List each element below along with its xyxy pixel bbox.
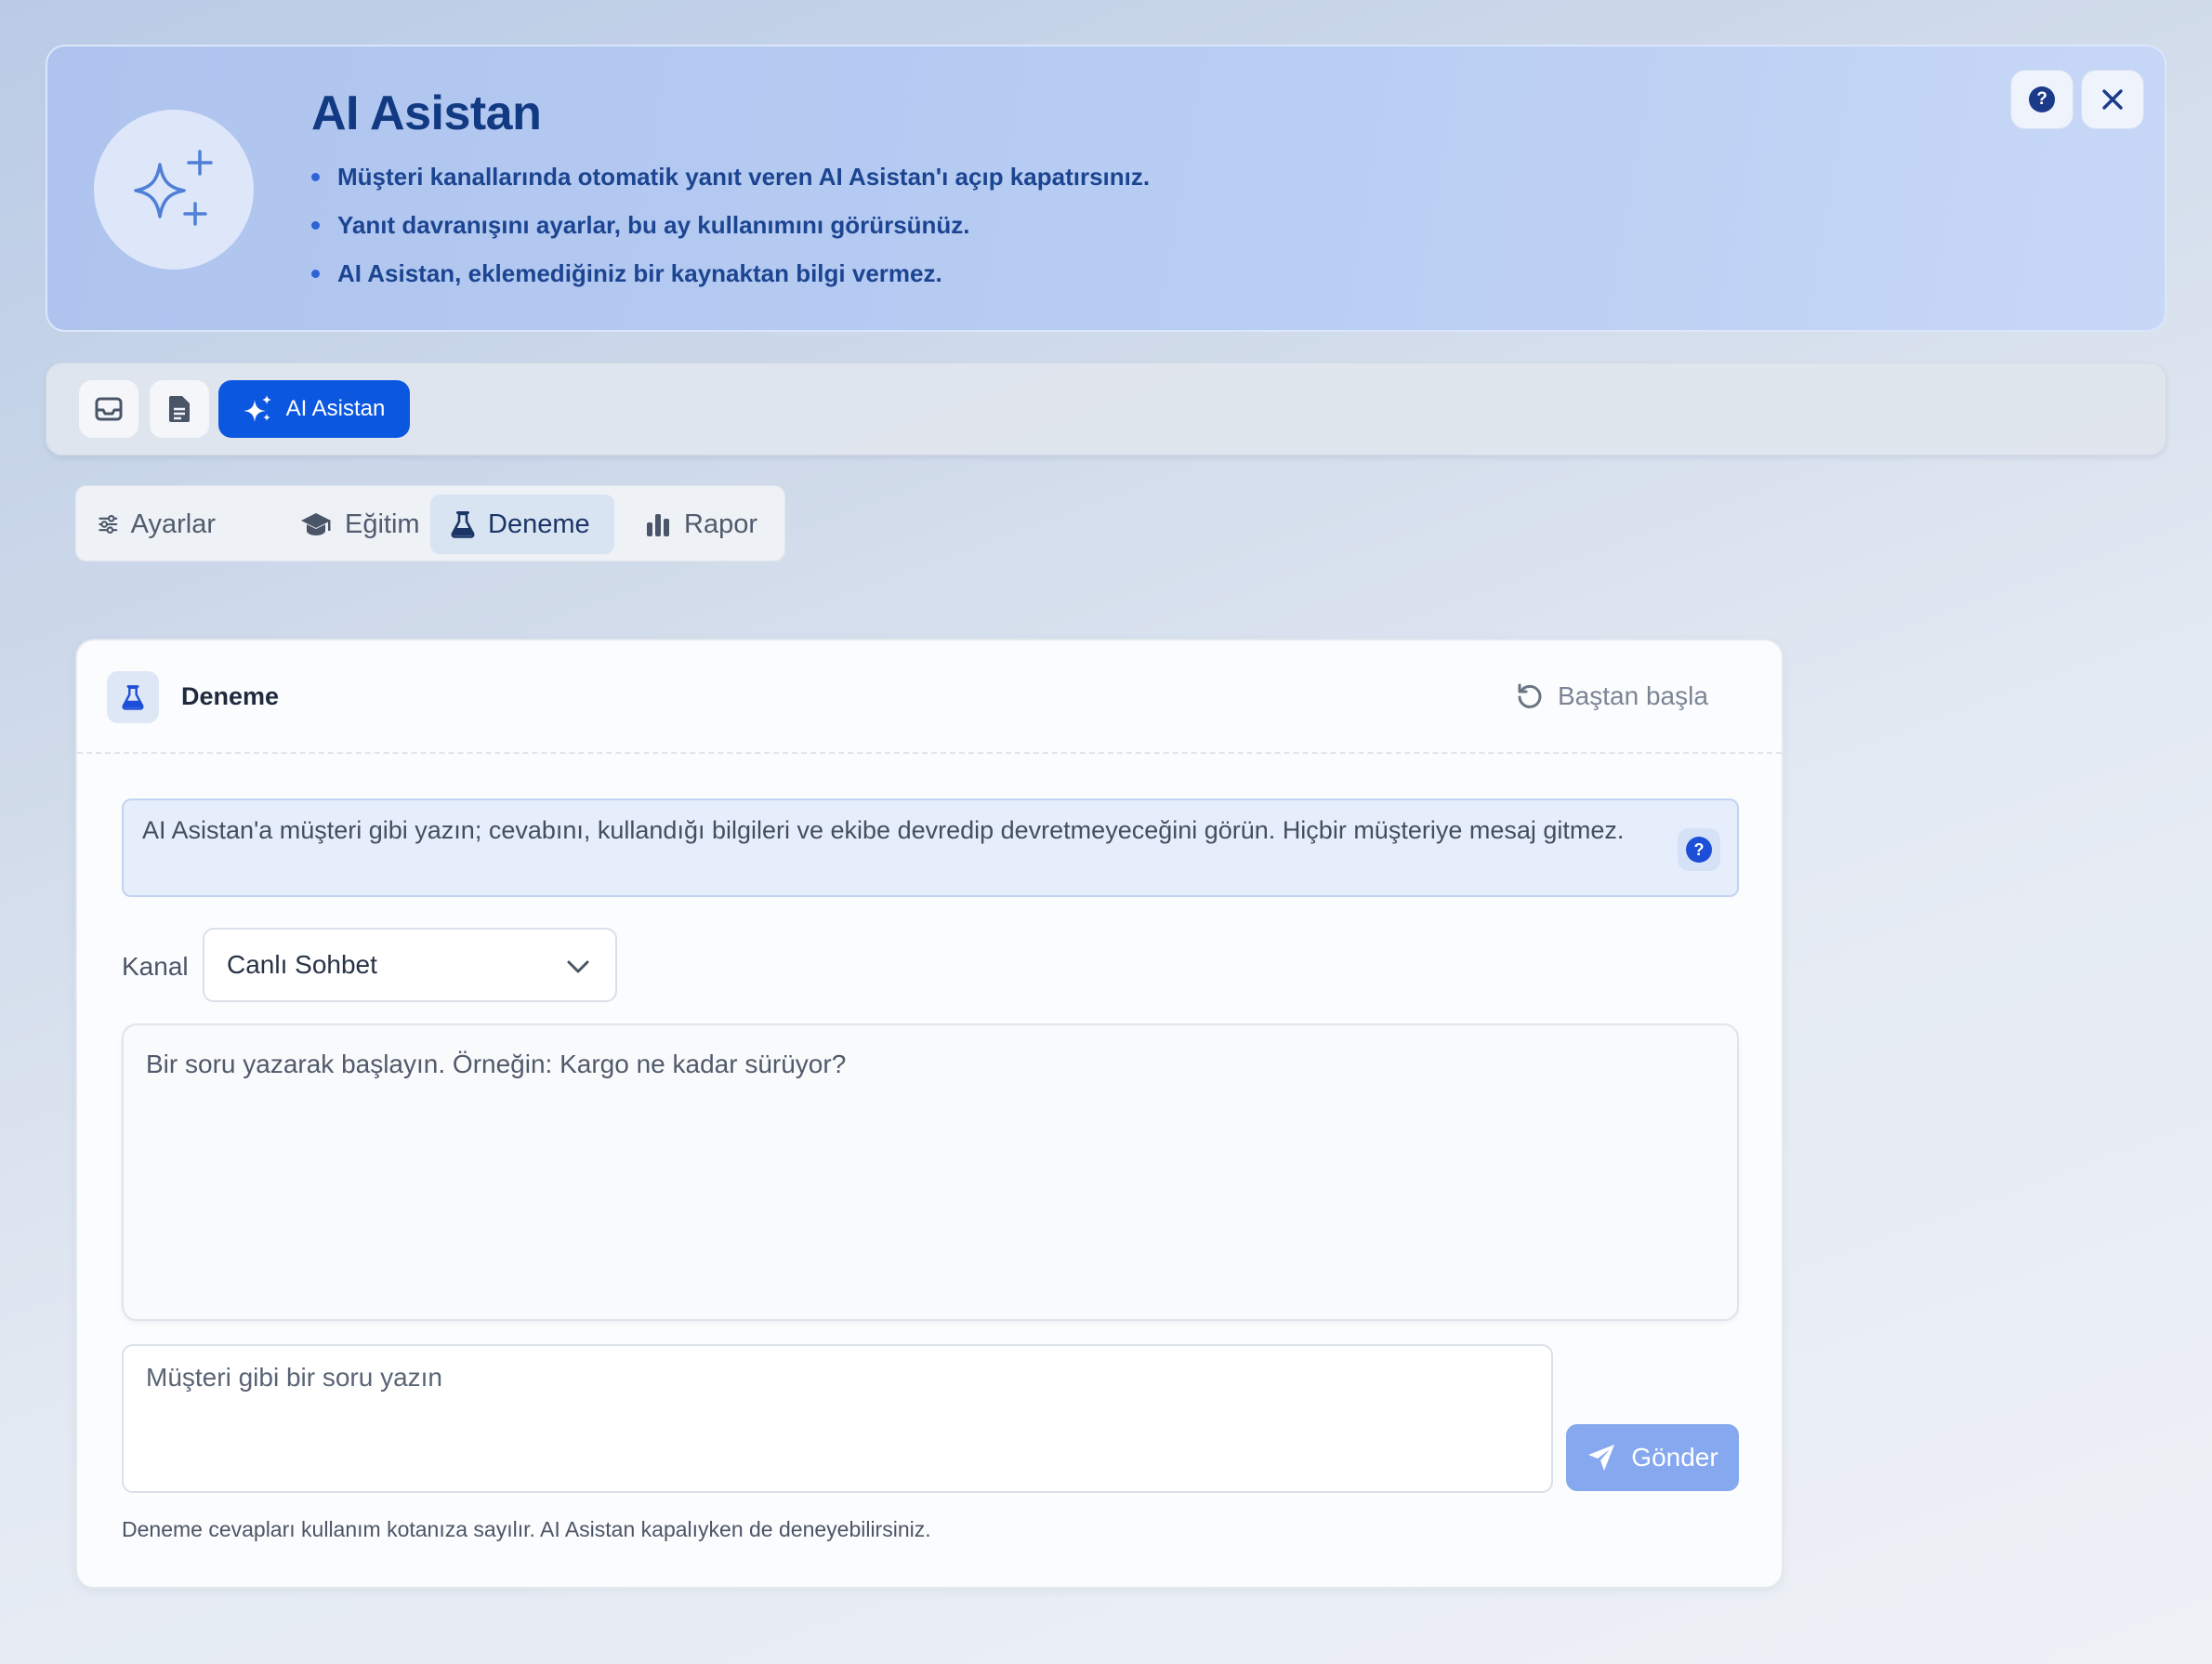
chat-empty-hint: Bir soru yazarak başlayın. Örneğin: Karg… bbox=[146, 1050, 847, 1078]
graduation-cap-icon bbox=[301, 513, 331, 535]
tab-label: Deneme bbox=[488, 508, 590, 539]
channel-label: Kanal bbox=[122, 952, 189, 981]
banner-bullet: Müşteri kanallarında otomatik yanıt vere… bbox=[311, 158, 1150, 206]
sliders-icon bbox=[99, 515, 118, 534]
send-label: Gönder bbox=[1631, 1443, 1718, 1472]
tab-label: Ayarlar bbox=[130, 508, 216, 539]
close-icon bbox=[2102, 89, 2123, 110]
chevron-down-icon bbox=[567, 960, 589, 973]
nav-documents-button[interactable] bbox=[150, 380, 209, 438]
message-input[interactable] bbox=[122, 1344, 1553, 1493]
restart-button[interactable]: Baştan başla bbox=[1515, 676, 1708, 717]
chat-preview-area: Bir soru yazarak başlayın. Örneğin: Karg… bbox=[122, 1023, 1739, 1321]
send-button[interactable]: Gönder bbox=[1566, 1424, 1739, 1491]
info-help-button[interactable]: ? bbox=[1678, 828, 1720, 871]
tab-label: Eğitim bbox=[345, 508, 420, 539]
footnote: Deneme cevapları kullanım kotanıza sayıl… bbox=[122, 1517, 931, 1541]
inbox-icon bbox=[95, 397, 123, 421]
flask-icon bbox=[107, 671, 159, 723]
close-button[interactable] bbox=[2081, 70, 2144, 129]
banner-bullet-list: Müşteri kanallarında otomatik yanıt vere… bbox=[311, 158, 1150, 303]
document-icon bbox=[169, 396, 190, 422]
restart-label: Baştan başla bbox=[1558, 681, 1708, 710]
channel-select[interactable]: Canlı Sohbet bbox=[203, 928, 617, 1002]
help-button[interactable]: ? bbox=[2010, 70, 2074, 129]
question-circle-icon: ? bbox=[2029, 86, 2055, 112]
info-box: AI Asistan'a müşteri gibi yazın; cevabın… bbox=[122, 799, 1739, 897]
banner-bullet: AI Asistan, eklemediğiniz bir kaynaktan … bbox=[311, 255, 1150, 303]
page-title: AI Asistan bbox=[311, 86, 542, 140]
paper-plane-icon bbox=[1588, 1445, 1615, 1471]
bar-chart-icon bbox=[647, 514, 669, 536]
banner-bullet: Yanıt davranışını ayarlar, bu ay kullanı… bbox=[311, 206, 1150, 255]
test-card: Deneme Baştan başla AI Asistan'a müşteri… bbox=[75, 639, 1784, 1589]
tab-deneme[interactable]: Deneme bbox=[430, 495, 614, 554]
nav-ai-assistant-button[interactable]: AI Asistan bbox=[218, 380, 410, 438]
nav-inbox-button[interactable] bbox=[79, 380, 138, 438]
sparkles-icon bbox=[243, 395, 271, 422]
divider bbox=[77, 752, 1782, 754]
question-circle-icon: ? bbox=[1686, 837, 1712, 863]
tab-ayarlar[interactable]: Ayarlar bbox=[78, 495, 216, 554]
header-banner: AI Asistan Müşteri kanallarında otomatik… bbox=[46, 45, 2166, 332]
tab-bar: Ayarlar Eğitim Deneme Rapor bbox=[75, 485, 785, 561]
app-nav-bar: AI Asistan bbox=[46, 363, 2166, 456]
nav-ai-assistant-label: AI Asistan bbox=[285, 396, 386, 421]
flask-icon bbox=[451, 511, 475, 538]
card-title: Deneme bbox=[181, 682, 280, 710]
channel-select-value: Canlı Sohbet bbox=[227, 950, 377, 979]
sparkles-icon bbox=[94, 110, 254, 270]
rotate-left-icon bbox=[1518, 683, 1542, 708]
tab-label: Rapor bbox=[684, 508, 757, 539]
info-text: AI Asistan'a müşteri gibi yazın; cevabın… bbox=[142, 816, 1625, 844]
tab-rapor[interactable]: Rapor bbox=[625, 495, 764, 554]
tab-egitim[interactable]: Eğitim bbox=[280, 495, 428, 554]
